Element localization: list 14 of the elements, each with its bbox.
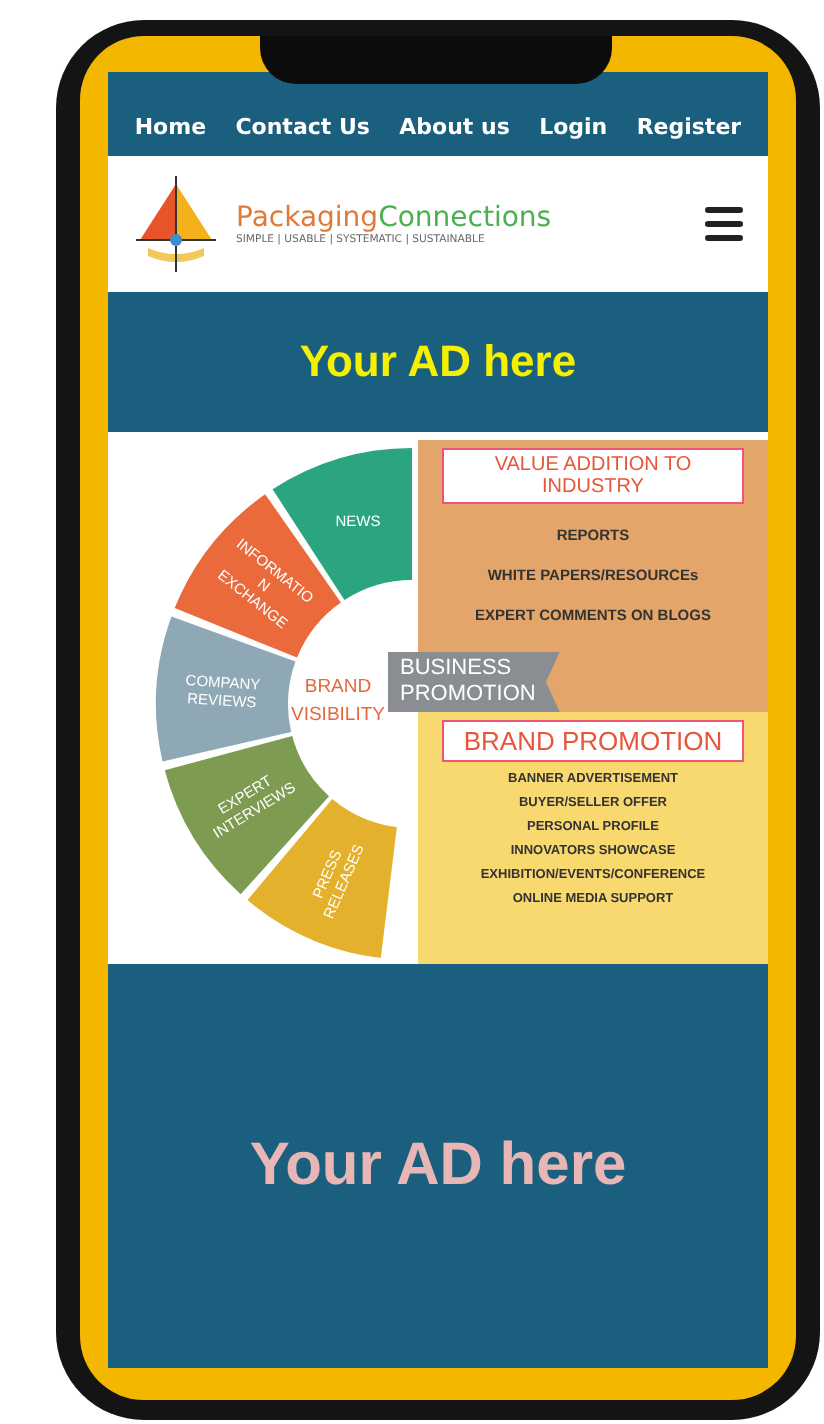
ad-text: Your AD here [249, 1132, 627, 1200]
ad-banner[interactable]: Your AD here [108, 292, 768, 432]
ad-banner[interactable]: Your AD here [108, 964, 768, 1368]
nav-link[interactable]: Login [539, 114, 608, 140]
nav-link[interactable]: Home [134, 114, 207, 140]
nav-link[interactable]: Contact Us [235, 114, 370, 140]
ribbon-label: BUSINESS PROMOTION [388, 652, 560, 712]
panel-title: VALUE ADDITION TO INDUSTRY [442, 448, 744, 504]
nav-link[interactable]: Register [636, 114, 742, 140]
logo-icon [132, 176, 220, 272]
nav-link[interactable]: About us [399, 114, 510, 140]
panel-title: BRAND PROMOTION [442, 720, 744, 762]
ad-text: Your AD here [299, 336, 577, 388]
center-label: BRAND VISIBILITY [291, 676, 385, 726]
